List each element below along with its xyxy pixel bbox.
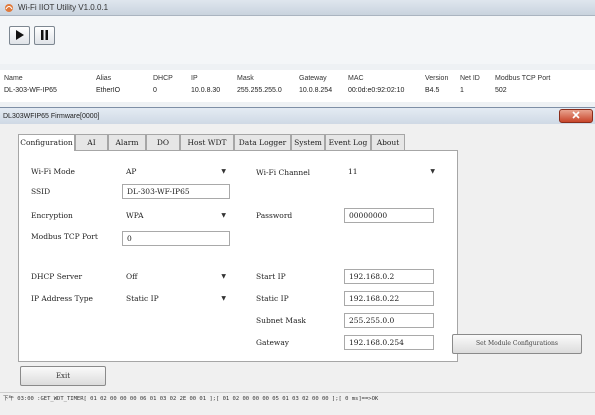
password-label: Password: [256, 211, 293, 220]
tab-host-wdt[interactable]: Host WDT: [180, 134, 234, 150]
table-cell: 10.0.8.254: [299, 87, 333, 94]
wifi-channel-label: Wi-Fi Channel: [256, 168, 311, 177]
pause-icon: [40, 29, 49, 42]
column-header: Modbus TCP Port: [495, 75, 551, 82]
table-cell: 0: [153, 87, 157, 94]
app-title: Wi-Fi IIOT Utility V1.0.0.1: [18, 3, 109, 12]
pause-button[interactable]: [34, 26, 55, 45]
play-icon: [15, 29, 24, 42]
set-module-configurations-button[interactable]: Set Module Configurations: [452, 334, 582, 354]
chevron-down-icon: ▼: [430, 168, 435, 175]
password-input[interactable]: 00000000: [344, 208, 434, 223]
column-header: Gateway: [299, 75, 327, 82]
tab-about[interactable]: About: [371, 134, 405, 150]
close-icon: [572, 111, 580, 121]
tab-configuration[interactable]: Configuration: [18, 134, 75, 151]
table-cell: EtherIO: [96, 87, 121, 94]
static-ip-input[interactable]: 192.168.0.22: [344, 291, 434, 306]
modbus-port-label: Modbus TCP Port: [31, 232, 98, 241]
column-header: DHCP: [153, 75, 173, 82]
tab-bar: Configuration AI Alarm DO Host WDT Data …: [18, 134, 578, 151]
close-button[interactable]: [559, 109, 593, 123]
column-header: IP: [191, 75, 198, 82]
dialog-title: DL303WFIP65 Firmware[0000]: [3, 112, 100, 120]
table-cell: 1: [460, 87, 464, 94]
dialog-title-bar: DL303WFIP65 Firmware[0000]: [0, 108, 595, 124]
encryption-value: WPA: [126, 211, 144, 220]
chevron-down-icon: ▼: [221, 273, 226, 280]
tab-ai[interactable]: AI: [75, 134, 108, 150]
start-ip-label: Start IP: [256, 272, 286, 281]
tab-do[interactable]: DO: [146, 134, 180, 150]
table-cell: 255.255.255.0: [237, 87, 282, 94]
ip-type-select[interactable]: Static IP ▼: [122, 291, 230, 306]
subnet-mask-label: Subnet Mask: [256, 316, 306, 325]
encryption-select[interactable]: WPA ▼: [122, 208, 230, 223]
ip-type-value: Static IP: [126, 294, 159, 303]
static-ip-label: Static IP: [256, 294, 289, 303]
encryption-label: Encryption: [31, 211, 73, 220]
chevron-down-icon: ▼: [221, 212, 226, 219]
gateway-input[interactable]: 192.168.0.254: [344, 335, 434, 350]
chevron-down-icon: ▼: [221, 168, 226, 175]
dhcp-server-label: DHCP Server: [31, 272, 83, 281]
table-cell: B4.5: [425, 87, 440, 94]
device-table: Name Alias DHCP IP Mask Gateway MAC Vers…: [0, 70, 595, 102]
app-icon: [4, 3, 14, 13]
wifi-mode-value: AP: [126, 167, 137, 176]
wifi-mode-label: Wi-Fi Mode: [31, 167, 75, 176]
column-header: Mask: [237, 75, 254, 82]
tab-data-logger[interactable]: Data Logger: [234, 134, 291, 150]
ip-type-label: IP Address Type: [31, 294, 93, 303]
table-cell: 502: [495, 87, 507, 94]
exit-button[interactable]: Exit: [20, 366, 106, 386]
modbus-port-input[interactable]: 0: [122, 231, 230, 246]
column-header: Net ID: [460, 75, 480, 82]
table-row[interactable]: DL-303-WF-IP65 EtherIO 0 10.0.8.30 255.2…: [0, 85, 595, 97]
column-header: MAC: [348, 75, 364, 82]
column-header: Version: [425, 75, 449, 82]
chevron-down-icon: ▼: [221, 295, 226, 302]
app-title-bar: Wi-Fi IIOT Utility V1.0.0.1: [0, 0, 595, 16]
table-cell: DL-303-WF-IP65: [4, 87, 57, 94]
gateway-label: Gateway: [256, 338, 290, 347]
table-header: Name Alias DHCP IP Mask Gateway MAC Vers…: [0, 73, 595, 85]
tab-alarm[interactable]: Alarm: [108, 134, 146, 150]
column-header: Name: [4, 75, 23, 82]
tab-event-log[interactable]: Event Log: [325, 134, 371, 150]
status-bar: 下午 03:00 :GET_WDT_TIMER[ 01 02 00 00 00 …: [0, 392, 595, 406]
toolbar: [0, 16, 595, 64]
wifi-channel-value: 11: [348, 167, 358, 176]
tab-system[interactable]: System: [291, 134, 325, 150]
firmware-dialog: DL303WFIP65 Firmware[0000] Configuration…: [0, 107, 595, 415]
ssid-label: SSID: [31, 187, 51, 196]
start-ip-input[interactable]: 192.168.0.2: [344, 269, 434, 284]
dhcp-server-value: Off: [126, 272, 138, 281]
ssid-input[interactable]: DL-303-WF-IP65: [122, 184, 230, 199]
table-cell: 10.0.8.30: [191, 87, 221, 94]
wifi-mode-select[interactable]: AP ▼: [122, 164, 230, 179]
dhcp-server-select[interactable]: Off ▼: [122, 269, 230, 284]
configuration-panel: Wi-Fi Mode AP ▼ SSID DL-303-WF-IP65 Encr…: [18, 150, 458, 362]
play-button[interactable]: [9, 26, 30, 45]
subnet-mask-input[interactable]: 255.255.0.0: [344, 313, 434, 328]
wifi-channel-select[interactable]: 11 ▼: [344, 164, 439, 179]
table-cell: 00:0d:e0:92:02:10: [348, 87, 405, 94]
column-header: Alias: [96, 75, 112, 82]
